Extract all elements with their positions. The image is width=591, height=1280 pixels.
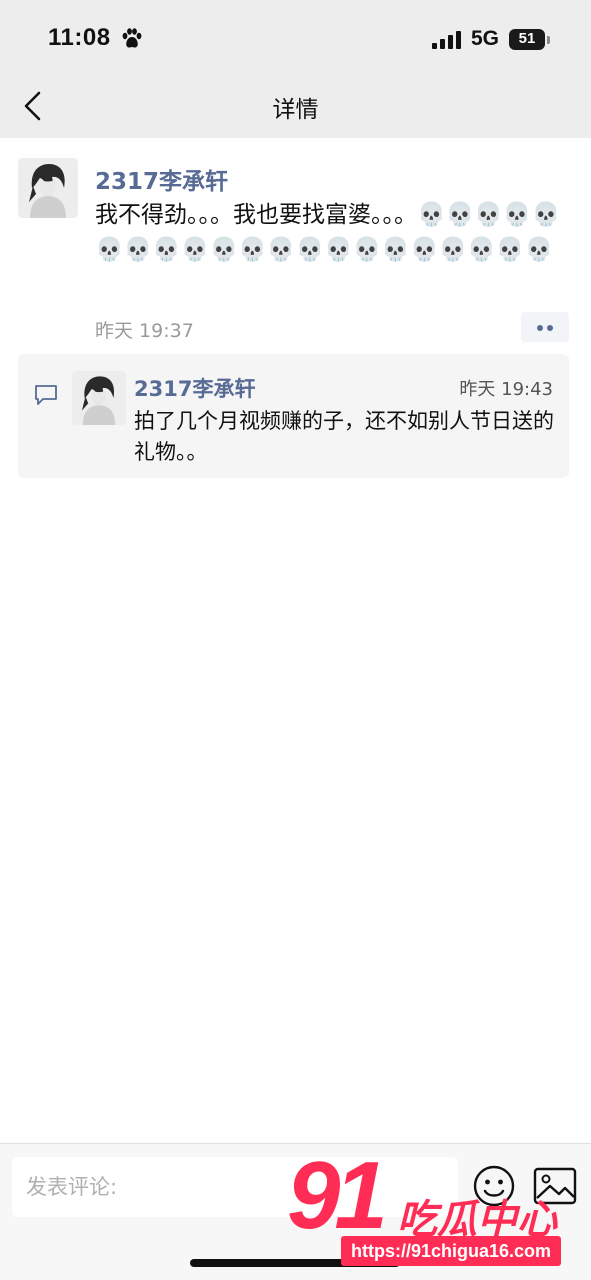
post-text: 我不得劲。。。我也要找富婆。。。💀💀💀💀💀💀💀💀💀💀💀💀💀💀💀💀💀💀💀💀💀 (95, 202, 561, 263)
status-bar: 11:08 5G 51 (0, 0, 591, 76)
post-avatar[interactable] (18, 158, 78, 218)
more-actions-button[interactable] (521, 312, 569, 342)
dot-icon (547, 325, 553, 331)
comment-text[interactable]: 拍了几个月视频赚的子，还不如别人节日送的礼物。。 (134, 406, 566, 468)
comment-bubble-icon (35, 385, 57, 405)
page-title: 详情 (272, 97, 319, 123)
comment-avatar[interactable] (72, 371, 126, 425)
post-timestamp: 昨天 19:37 (95, 320, 194, 342)
comment-section: 2317李承轩 昨天 19:43 拍了几个月视频赚的子，还不如别人节日送的礼物。… (18, 354, 569, 478)
avatar-image (18, 158, 78, 218)
battery-icon: 51 (509, 29, 545, 50)
battery-cap (547, 36, 550, 44)
battery-level: 51 (518, 30, 536, 47)
post-detail: 2317李承轩 我不得劲。。。我也要找富婆。。。💀💀💀💀💀💀💀💀💀💀💀💀💀💀💀💀… (0, 138, 591, 1143)
dot-icon (537, 325, 543, 331)
paw-icon (122, 28, 142, 48)
watermark-url: https://91chigua16.com (341, 1236, 562, 1266)
network-type: 5G (471, 27, 500, 50)
comment-author-name[interactable]: 2317李承轩 (134, 373, 255, 403)
watermark-number: 91 (287, 1142, 388, 1249)
nav-bar: 详情 (0, 76, 591, 138)
watermark-logo: 91 吃瓜中心 https://91chigua16.com (287, 1142, 577, 1273)
signal-icon (432, 31, 461, 49)
status-time: 11:08 (48, 24, 111, 51)
post-author-name[interactable]: 2317李承轩 (95, 162, 228, 196)
comment-timestamp: 昨天 19:43 (459, 379, 553, 400)
avatar-image (72, 371, 126, 425)
